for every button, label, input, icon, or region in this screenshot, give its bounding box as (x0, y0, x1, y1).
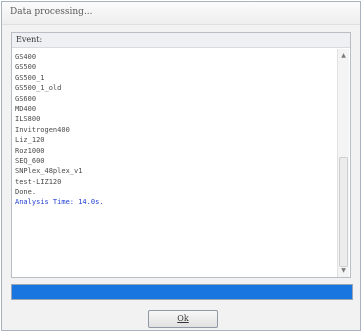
event-log-scrollbar[interactable]: ▲ ▼ (337, 49, 349, 277)
log-line: test-LIZ120 (15, 177, 62, 186)
scroll-thumb[interactable] (339, 157, 348, 267)
log-line: MD400 (15, 104, 37, 113)
ok-button-label: Ok (177, 314, 189, 323)
log-line: ILS800 (15, 115, 41, 124)
title-bar[interactable]: Data processing... (2, 2, 360, 25)
progress-bar (11, 284, 353, 300)
log-line: GS500_1_old (15, 84, 62, 93)
log-line: GS600 (15, 94, 37, 103)
event-log: GS400 GS500 GS500_1 GS500_1_old GS600 MD… (15, 52, 335, 274)
log-line: GS500 (15, 63, 37, 72)
dialog-title: Data processing... (10, 7, 93, 17)
event-label: Event: (16, 35, 43, 44)
log-line: Invitrogen400 (15, 125, 70, 134)
log-line: Liz_120 (15, 136, 45, 145)
event-group-header: Event: (12, 33, 350, 48)
analysis-time-line: Analysis Time: 14.0s. (15, 198, 104, 207)
log-line: SNPlex_48plex_v1 (15, 167, 83, 176)
log-line: GS500_1 (15, 73, 45, 82)
event-group: Event: GS400 GS500 GS500_1 GS500_1_old G… (11, 32, 351, 278)
data-processing-dialog: Data processing... Event: GS400 GS500 GS… (1, 1, 361, 331)
log-line: SEQ_600 (15, 156, 45, 165)
progress-fill (12, 285, 352, 299)
scroll-up-arrow-icon[interactable]: ▲ (338, 50, 349, 61)
log-line: GS400 (15, 53, 37, 61)
log-line: Roz1000 (15, 146, 45, 155)
ok-button[interactable]: Ok (148, 310, 218, 328)
scroll-down-arrow-icon[interactable]: ▼ (338, 265, 349, 276)
log-line: Done. (15, 188, 37, 197)
